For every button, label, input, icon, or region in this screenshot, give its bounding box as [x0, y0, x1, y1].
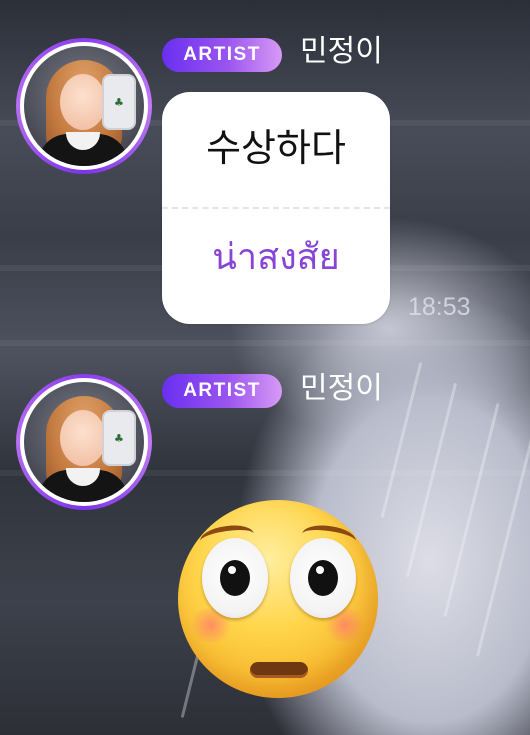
- artist-badge: ARTIST: [162, 38, 282, 72]
- avatar[interactable]: ♣: [16, 38, 152, 174]
- message-timestamp: 18:53: [408, 293, 471, 321]
- phone-icon: ♣: [102, 74, 136, 130]
- avatar-photo: ♣: [24, 382, 144, 502]
- translation-text: น่าสงสัย: [212, 237, 340, 278]
- phone-icon: ♣: [102, 410, 136, 466]
- message-text: 수상하다: [206, 126, 346, 170]
- author-name[interactable]: 민정이: [300, 370, 383, 408]
- translation-divider: [162, 207, 390, 209]
- avatar[interactable]: ♣: [16, 374, 152, 510]
- avatar-photo: ♣: [24, 46, 144, 166]
- author-name[interactable]: 민정이: [300, 33, 383, 71]
- message-bubble[interactable]: 수상하다 น่าสงสัย: [162, 92, 390, 324]
- flushed-face-emoji-icon[interactable]: [178, 500, 378, 698]
- artist-badge: ARTIST: [162, 374, 282, 408]
